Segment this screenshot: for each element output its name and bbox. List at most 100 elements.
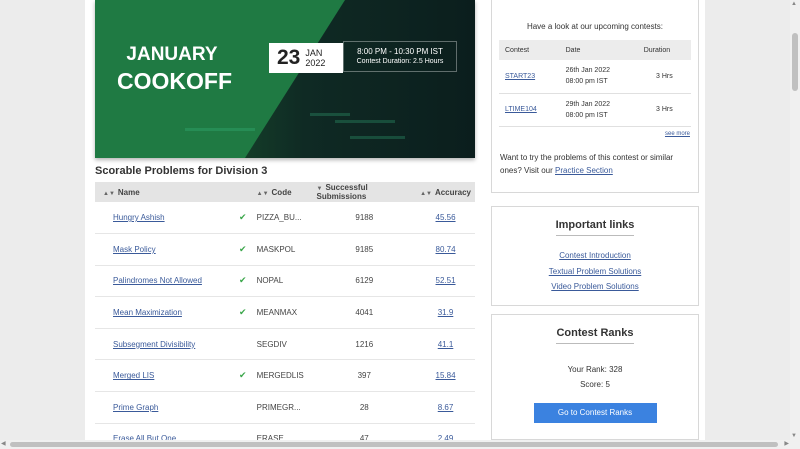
problem-name-link[interactable]: Subsegment Divisibility xyxy=(113,340,195,349)
header-acc-label: Accuracy xyxy=(434,187,471,197)
sort-icon: ▲▼ xyxy=(256,190,269,197)
sort-icon: ▲▼ xyxy=(420,190,432,197)
header-code[interactable]: ▲▼ Code xyxy=(252,182,313,202)
banner-decor xyxy=(185,128,255,131)
problem-submissions: 4041 xyxy=(312,296,417,329)
banner-title-line2: COOKOFF xyxy=(117,68,232,94)
contest-link[interactable]: LTIME104 xyxy=(505,106,537,113)
problem-accuracy-link[interactable]: 15.84 xyxy=(436,371,456,380)
video-solutions-link[interactable]: Video Problem Solutions xyxy=(492,279,698,295)
problem-accuracy-link[interactable]: 52.51 xyxy=(436,276,456,285)
problem-name-link[interactable]: Mean Maximization xyxy=(113,308,182,317)
scroll-right-icon[interactable]: ▶ xyxy=(784,440,789,447)
problem-code: SEGDIV xyxy=(252,328,313,361)
header-subs[interactable]: ▼ Successful Submissions xyxy=(312,182,417,202)
check-icon: ✔ xyxy=(238,243,247,254)
problems-section-title: Scorable Problems for Division 3 xyxy=(95,165,268,177)
problem-code: MASKPOL xyxy=(252,233,313,266)
banner-date: 23 JAN 2022 xyxy=(269,43,343,73)
problem-accuracy-link[interactable]: 31.9 xyxy=(438,308,454,317)
problem-code: PRIMEGR... xyxy=(252,391,313,424)
banner-month: JAN xyxy=(305,48,323,58)
go-to-ranks-button[interactable]: Go to Contest Ranks xyxy=(533,403,657,423)
problem-name-link[interactable]: Merged LIS xyxy=(113,371,154,380)
horizontal-scroll-thumb[interactable] xyxy=(10,442,778,447)
banner-day: 23 xyxy=(277,46,301,69)
problem-row: Mask Policy ✔ MASKPOL 9185 80.74 xyxy=(95,233,475,266)
problem-name-link[interactable]: Prime Graph xyxy=(113,403,158,412)
problem-submissions: 6129 xyxy=(312,265,417,298)
contest-duration: 3 Hrs xyxy=(637,60,691,94)
scroll-up-icon[interactable]: ▲ xyxy=(791,1,797,7)
header-subs-label: Successful Submissions xyxy=(316,183,368,201)
check-icon: ✔ xyxy=(238,370,247,381)
check-icon: ✔ xyxy=(238,307,247,318)
problem-submissions: 1216 xyxy=(312,328,417,361)
contest-ranks-card: Contest Ranks Your Rank: 328 Score: 5 Go… xyxy=(491,314,699,440)
important-links-card: Important links Contest Introduction Tex… xyxy=(491,206,699,306)
practice-section-link[interactable]: Practice Section xyxy=(555,166,613,175)
contests-header-contest: Contest xyxy=(499,40,560,60)
problem-row: Subsegment Divisibility SEGDIV 1216 41.1 xyxy=(95,328,475,361)
contest-link[interactable]: START23 xyxy=(505,73,535,80)
contest-date-day: 26th Jan 2022 xyxy=(565,67,610,75)
header-name-label: Name xyxy=(117,187,140,197)
banner-year: 2022 xyxy=(305,58,326,68)
problem-row: Hungry Ashish ✔ PIZZA_BU... 9188 45.56 xyxy=(95,202,475,235)
problems-table: ▲▼ Name ▲▼ Code ▼ Successful Submissions ▲▼… xyxy=(95,182,475,449)
problem-code: MERGEDLIS xyxy=(252,359,313,393)
important-links-title: Important links xyxy=(555,219,635,236)
banner-time: 8:00 PM - 10:30 PM IST Contest Duration:… xyxy=(343,41,457,72)
problem-row: Mean Maximization ✔ MEANMAX 4041 31.9 xyxy=(95,296,475,329)
your-score: Score: 5 xyxy=(580,380,610,389)
problem-name-link[interactable]: Palindromes Not Allowed xyxy=(113,276,202,285)
contests-header-date: Date xyxy=(559,40,638,60)
upcoming-contests-table: Contest Date Duration START23 26th Jan 2… xyxy=(499,40,691,127)
scroll-down-icon[interactable]: ▼ xyxy=(791,433,797,439)
problem-name-link[interactable]: Hungry Ashish xyxy=(113,213,165,222)
vertical-scroll-thumb[interactable] xyxy=(792,33,798,91)
banner-month-year: JAN 2022 xyxy=(305,48,325,68)
contest-duration: 3 Hrs xyxy=(637,93,691,127)
sort-icon: ▲▼ xyxy=(103,190,115,197)
vertical-scrollbar[interactable]: ▲ ▼ xyxy=(790,0,800,440)
banner-duration: Contest Duration: 2.5 Hours xyxy=(356,58,444,65)
horizontal-scrollbar[interactable]: ◀ ▶ xyxy=(0,440,800,449)
contest-date-time: 08:00 pm IST xyxy=(565,111,608,119)
header-acc[interactable]: ▲▼ Accuracy xyxy=(416,182,475,202)
problem-accuracy-link[interactable]: 80.74 xyxy=(436,245,456,254)
banner-title: JANUARY COOKOFF xyxy=(117,42,232,94)
problem-row: Prime Graph PRIMEGR... 28 8.67 xyxy=(95,391,475,424)
header-name[interactable]: ▲▼ Name xyxy=(95,182,233,202)
problem-row: Merged LIS ✔ MERGEDLIS 397 15.84 xyxy=(95,359,475,393)
banner-decor xyxy=(335,120,395,123)
contest-date-time: 08:00 pm IST xyxy=(565,78,608,86)
header-code-label: Code xyxy=(271,187,292,197)
header-check xyxy=(232,182,253,202)
problem-code: PIZZA_BU... xyxy=(252,202,313,235)
contest-date-day: 29th Jan 2022 xyxy=(565,100,610,108)
problem-name-link[interactable]: Mask Policy xyxy=(113,245,156,254)
problem-code: NOPAL xyxy=(252,265,313,298)
contest-banner: JANUARY COOKOFF 23 JAN 2022 8:00 PM - 10… xyxy=(95,0,475,158)
banner-decor xyxy=(310,113,350,116)
problem-submissions: 28 xyxy=(312,391,417,424)
problem-accuracy-link[interactable]: 45.56 xyxy=(436,213,456,222)
problem-code: MEANMAX xyxy=(252,296,313,329)
scroll-left-icon[interactable]: ◀ xyxy=(1,440,6,447)
problem-submissions: 9188 xyxy=(312,202,417,235)
problems-header-row: ▲▼ Name ▲▼ Code ▼ Successful Submissions ▲▼… xyxy=(95,182,475,202)
banner-decor xyxy=(350,136,405,139)
contest-row: LTIME104 29th Jan 2022 08:00 pm IST 3 Hrs xyxy=(499,93,691,127)
problem-accuracy-link[interactable]: 41.1 xyxy=(438,340,454,349)
banner-time-range: 8:00 PM - 10:30 PM IST xyxy=(357,47,443,56)
your-rank: Your Rank: 328 xyxy=(567,365,623,374)
textual-solutions-link[interactable]: Textual Problem Solutions xyxy=(492,264,698,280)
contest-introduction-link[interactable]: Contest Introduction xyxy=(492,248,698,264)
contest-date: 29th Jan 2022 08:00 pm IST xyxy=(559,93,638,127)
problem-accuracy-link[interactable]: 8.67 xyxy=(438,403,454,412)
upcoming-intro: Have a look at our upcoming contests: xyxy=(526,22,664,31)
banner-title-line1: JANUARY xyxy=(126,44,218,65)
check-icon: ✔ xyxy=(238,275,247,286)
practice-prompt: Want to try the problems of this contest… xyxy=(492,137,698,177)
